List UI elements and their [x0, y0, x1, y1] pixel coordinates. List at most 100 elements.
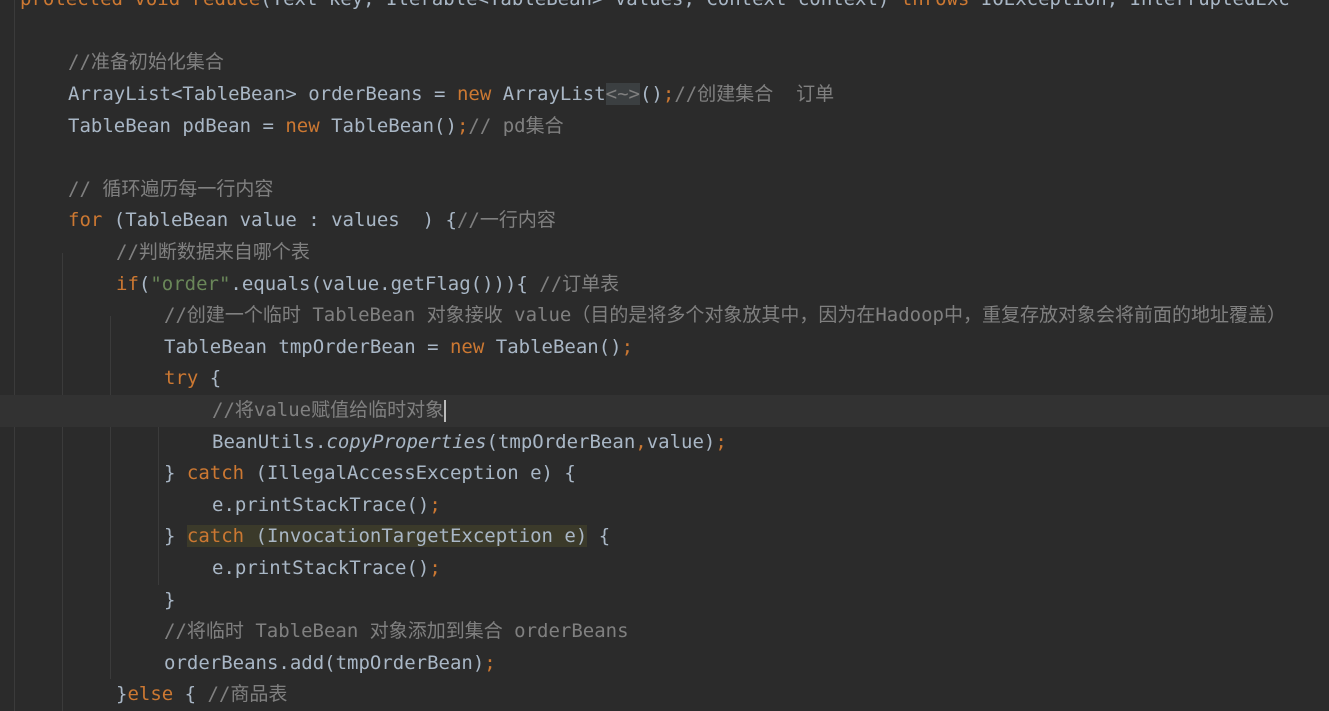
- code-line-text: //将value赋值给临时对象: [212, 395, 447, 427]
- code-token: //商品表: [207, 683, 288, 706]
- code-line-text: TableBean tmpOrderBean = new TableBean()…: [164, 332, 633, 364]
- code-line-text: if("order".equals(value.getFlag())){ //订…: [116, 269, 619, 301]
- code-token: ;: [662, 83, 675, 105]
- code-token: IOException, InterruptedExc: [981, 0, 1290, 10]
- code-token: new: [449, 335, 496, 358]
- code-token: ,: [635, 430, 647, 453]
- code-line[interactable]: [0, 142, 1329, 174]
- code-token: <~>: [605, 83, 640, 105]
- code-token: TableBean tmpOrderBean =: [164, 335, 450, 358]
- code-token: {: [184, 683, 208, 706]
- code-line[interactable]: } catch (IllegalAccessException e) {: [0, 458, 1329, 490]
- code-token: (tmpOrderBean: [486, 430, 636, 453]
- code-line[interactable]: e.printStackTrace();: [0, 490, 1329, 522]
- code-token: catch: [186, 525, 245, 548]
- code-line-text: e.printStackTrace();: [212, 553, 441, 585]
- code-token: BeanUtils.: [212, 430, 327, 453]
- code-token: e.printStackTrace(): [212, 557, 430, 579]
- code-token: ;: [484, 651, 496, 674]
- code-token: (IllegalAccessException e) {: [255, 462, 576, 485]
- code-token: (): [639, 83, 663, 105]
- code-token: protected void reduce: [20, 0, 260, 10]
- code-token: .equals(value.getFlag())){: [230, 272, 540, 295]
- code-line-text: //将临时 TableBean 对象添加到集合 orderBeans: [164, 616, 629, 648]
- code-token: //订单表: [539, 272, 620, 295]
- code-token: // pd集合: [468, 114, 564, 137]
- code-token: ;: [429, 493, 441, 516]
- code-token: TableBean(): [331, 114, 457, 137]
- code-editor[interactable]: protected void reduce(Text key, Iterable…: [0, 0, 1329, 711]
- code-line[interactable]: for (TableBean value : values ) {//一行内容: [0, 205, 1329, 237]
- code-token: (InvocationTargetException e): [244, 525, 588, 548]
- code-line[interactable]: // 循环遍历每一行内容: [0, 174, 1329, 206]
- code-line-text: e.printStackTrace();: [212, 490, 441, 522]
- code-token: //判断数据来自哪个表: [116, 241, 310, 263]
- code-token: new: [456, 83, 503, 105]
- code-token: //一行内容: [456, 209, 556, 232]
- code-token: ;: [429, 557, 441, 579]
- code-line[interactable]: e.printStackTrace();: [0, 553, 1329, 585]
- code-token: //将临时 TableBean 对象添加到集合 orderBeans: [164, 620, 629, 643]
- code-line[interactable]: }else { //商品表: [0, 679, 1329, 711]
- code-token: else: [127, 683, 185, 706]
- code-line[interactable]: protected void reduce(Text key, Iterable…: [0, 0, 1329, 16]
- text-caret: [444, 399, 447, 422]
- code-token: TableBean pdBean =: [68, 114, 286, 137]
- code-line-text: orderBeans.add(tmpOrderBean);: [164, 648, 496, 680]
- code-token: (TableBean value : values ) {: [113, 209, 457, 232]
- code-token: {: [209, 367, 222, 390]
- code-token: e.printStackTrace(): [212, 493, 430, 516]
- code-line[interactable]: TableBean pdBean = new TableBean();// pd…: [0, 111, 1329, 143]
- code-line[interactable]: orderBeans.add(tmpOrderBean);: [0, 648, 1329, 680]
- code-line-text: try {: [164, 363, 221, 395]
- code-line[interactable]: //准备初始化集合: [0, 47, 1329, 79]
- code-line-text: BeanUtils.copyProperties(tmpOrderBean,va…: [212, 427, 727, 459]
- code-line[interactable]: BeanUtils.copyProperties(tmpOrderBean,va…: [0, 427, 1329, 459]
- code-line-text: // 循环遍历每一行内容: [68, 174, 273, 206]
- code-token: }: [164, 525, 187, 548]
- code-token: {: [587, 525, 611, 548]
- code-token: ;: [456, 114, 469, 137]
- code-line-text: }: [164, 585, 175, 617]
- code-line-text: //准备初始化集合: [68, 47, 224, 79]
- code-token: for: [68, 209, 114, 232]
- code-token: ArrayList: [502, 83, 606, 105]
- code-token: ;: [621, 335, 634, 358]
- code-line[interactable]: if("order".equals(value.getFlag())){ //订…: [0, 269, 1329, 301]
- code-token: copyProperties: [326, 430, 487, 453]
- code-line[interactable]: //将临时 TableBean 对象添加到集合 orderBeans: [0, 616, 1329, 648]
- code-token: // 循环遍历每一行内容: [68, 177, 274, 200]
- code-token: TableBean(): [495, 335, 622, 358]
- code-token: }: [116, 683, 128, 706]
- code-token: //准备初始化集合: [68, 51, 224, 74]
- code-line[interactable]: try {: [0, 363, 1329, 395]
- code-line-text: } catch (InvocationTargetException e) {: [164, 521, 610, 553]
- code-token: (Text key, Iterable<TableBean> values, C…: [260, 0, 901, 10]
- code-token: ;: [715, 430, 727, 453]
- code-line[interactable]: //创建一个临时 TableBean 对象接收 value（目的是将多个对象放其…: [0, 300, 1329, 332]
- code-token: }: [164, 462, 187, 485]
- code-line-text: } catch (IllegalAccessException e) {: [164, 458, 576, 490]
- code-token: value): [646, 430, 716, 453]
- code-line-text: //判断数据来自哪个表: [116, 237, 310, 269]
- code-line[interactable]: TableBean tmpOrderBean = new TableBean()…: [0, 332, 1329, 364]
- code-token: ArrayList<TableBean> orderBeans =: [68, 83, 457, 105]
- code-line-text: TableBean pdBean = new TableBean();// pd…: [68, 111, 564, 143]
- code-line[interactable]: ArrayList<TableBean> orderBeans = new Ar…: [0, 79, 1329, 111]
- code-token: if: [116, 272, 139, 295]
- code-token: catch: [186, 462, 256, 485]
- code-line[interactable]: [0, 16, 1329, 48]
- code-line-text: protected void reduce(Text key, Iterable…: [20, 0, 1290, 16]
- code-token: throws: [901, 0, 981, 10]
- code-line[interactable]: } catch (InvocationTargetException e) {: [0, 521, 1329, 553]
- code-token: "order": [150, 272, 231, 295]
- code-token: //将value赋值给临时对象: [212, 399, 445, 421]
- code-token: //创建一个临时 TableBean 对象接收 value（目的是将多个对象放其…: [164, 304, 1286, 327]
- code-token: orderBeans.add(tmpOrderBean): [164, 651, 485, 674]
- code-line[interactable]: //判断数据来自哪个表: [0, 237, 1329, 269]
- code-line[interactable]: }: [0, 585, 1329, 617]
- code-token: }: [164, 588, 176, 611]
- code-line-text: //创建一个临时 TableBean 对象接收 value（目的是将多个对象放其…: [164, 300, 1286, 332]
- code-line[interactable]: //将value赋值给临时对象: [0, 395, 1329, 427]
- code-token: (: [138, 272, 151, 295]
